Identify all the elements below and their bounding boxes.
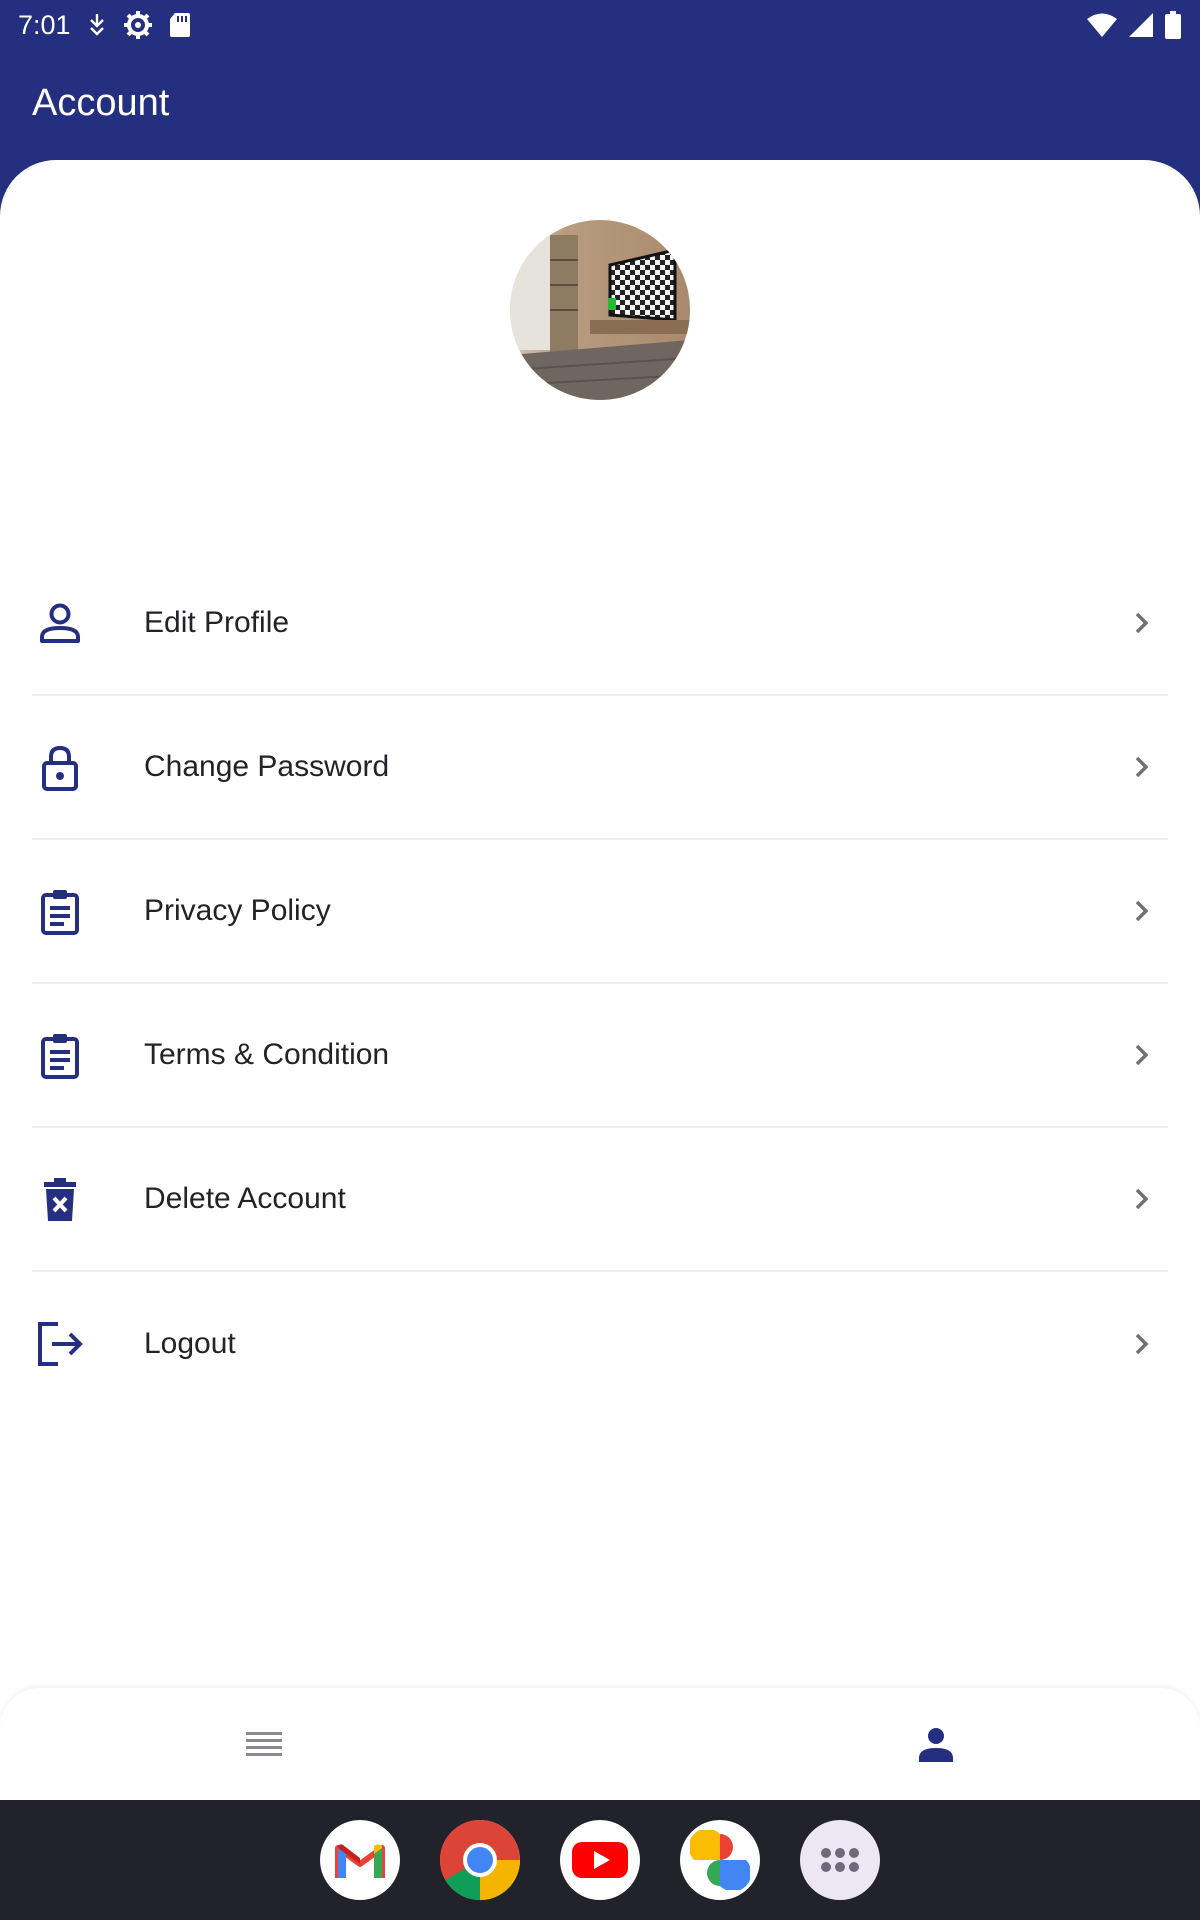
app-launcher[interactable]: [800, 1820, 880, 1900]
menu-item-terms-condition[interactable]: Terms & Condition: [32, 984, 1168, 1128]
bottom-navigation: [0, 1688, 1200, 1800]
person-icon: [919, 1728, 953, 1762]
chevron-right-icon: [1135, 1333, 1149, 1355]
youtube-icon: [572, 1842, 628, 1878]
clipboard-icon: [41, 890, 79, 935]
chevron-right-icon: [1135, 1188, 1149, 1210]
nav-list-button[interactable]: [224, 1708, 304, 1780]
menu-item-label: Change Password: [144, 750, 390, 783]
list-menu-icon: [246, 1732, 282, 1756]
lock-icon: [42, 745, 78, 791]
battery-icon: [1165, 11, 1181, 39]
logout-icon: [38, 1322, 83, 1366]
menu-item-label: Privacy Policy: [144, 894, 331, 927]
status-time: 7:01: [18, 9, 71, 40]
menu-item-delete-account[interactable]: Delete Account: [32, 1128, 1168, 1272]
menu-item-label: Terms & Condition: [144, 1038, 390, 1071]
menu-item-logout[interactable]: Logout: [32, 1272, 1168, 1416]
account-menu: Edit Profile Change Password Privacy Pol…: [32, 552, 1168, 1416]
google-photos-app[interactable]: [680, 1820, 760, 1900]
menu-item-label: Delete Account: [144, 1182, 346, 1215]
menu-item-privacy-policy[interactable]: Privacy Policy: [32, 840, 1168, 984]
chevron-right-icon: [1135, 612, 1149, 634]
delete-bin-icon: [44, 1178, 76, 1221]
chevron-right-icon: [1135, 756, 1149, 778]
menu-item-label: Logout: [144, 1327, 236, 1360]
page-title: Account: [32, 82, 170, 124]
cell-signal-icon: [1129, 13, 1153, 37]
menu-item-change-password[interactable]: Change Password: [32, 696, 1168, 840]
download-icon: [89, 14, 104, 36]
wifi-icon: [1087, 13, 1117, 37]
app-launcher-icon: [821, 1848, 859, 1872]
menu-item-edit-profile[interactable]: Edit Profile: [32, 552, 1168, 696]
chevron-right-icon: [1135, 1044, 1149, 1066]
chrome-icon: [440, 1820, 520, 1900]
gmail-icon: [335, 1844, 385, 1878]
chrome-app[interactable]: [440, 1820, 520, 1900]
nav-account-button[interactable]: [896, 1708, 976, 1780]
chevron-right-icon: [1135, 900, 1149, 922]
person-icon: [40, 603, 80, 643]
gmail-app[interactable]: [320, 1820, 400, 1900]
sd-card-icon: [169, 13, 190, 37]
app-bar: Account: [0, 50, 1200, 160]
system-dock: [0, 1800, 1200, 1920]
youtube-app[interactable]: [560, 1820, 640, 1900]
menu-item-label: Edit Profile: [144, 606, 290, 639]
status-bar: 7:01: [0, 0, 1200, 50]
google-photos-icon: [690, 1830, 750, 1890]
profile-photo: [510, 220, 690, 400]
settings-gear-icon: [123, 11, 152, 39]
avatar[interactable]: [510, 220, 690, 400]
account-sheet: Edit Profile Change Password Privacy Pol…: [0, 160, 1200, 1800]
clipboard-icon: [41, 1034, 79, 1079]
